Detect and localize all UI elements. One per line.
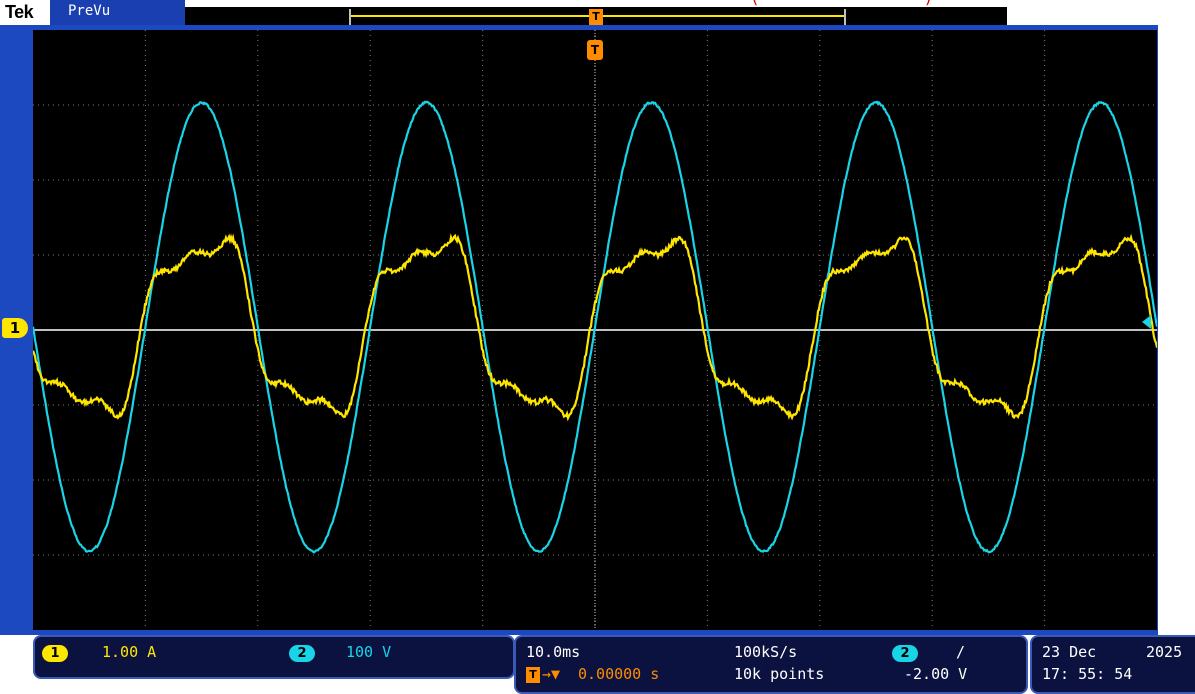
status-panel: 1 1.00 A 2 100 V 10.0ms 100kS/s 2 / T →▼… [0, 635, 1195, 685]
trigger-source-badge: 2 [892, 645, 918, 662]
trigger-level-marker[interactable] [1142, 315, 1151, 329]
timebase-readout-box[interactable]: 10.0ms 100kS/s 2 / T →▼ 0.00000 s 10k po… [514, 635, 1028, 694]
channel-readout-box[interactable]: 1 1.00 A 2 100 V [33, 635, 515, 679]
date-text: 23 Dec [1042, 643, 1096, 661]
annotation-label-open: ( [752, 0, 758, 7]
record-view-bar[interactable]: T [185, 7, 1007, 25]
series-voltage [33, 102, 1157, 553]
ch2-scale: 100 V [346, 643, 391, 661]
trigger-position: 0.00000 s [578, 665, 659, 683]
record-length: 10k points [734, 665, 824, 683]
acquisition-mode: PreVu [50, 0, 185, 25]
arrow-icon: →▼ [542, 665, 560, 683]
brand-logo: Tek [5, 2, 33, 23]
ch1-badge: 1 [42, 645, 68, 662]
time-text: 17: 55: 54 [1042, 665, 1132, 683]
ch1-ground-marker[interactable]: 1 [2, 318, 28, 338]
ch1-scale: 1.00 A [102, 643, 156, 661]
trigger-position-marker[interactable]: T [587, 40, 603, 60]
record-trigger-marker: T [589, 9, 603, 25]
sample-rate: 100kS/s [734, 643, 797, 661]
datetime-box: 23 Dec 2025 17: 55: 54 [1030, 635, 1195, 694]
trigger-slope-icon: / [956, 643, 965, 661]
ch2-badge: 2 [289, 645, 315, 662]
year-text: 2025 [1146, 643, 1182, 661]
annotation-label-close: ) [925, 0, 931, 7]
trigger-position-icon: T [526, 667, 540, 683]
waveform-display[interactable]: T [33, 30, 1157, 630]
horizontal-scale: 10.0ms [526, 643, 580, 661]
waveform-plot [33, 30, 1157, 630]
right-gutter [1158, 25, 1195, 635]
top-bar: Tek PreVu T ( ) [0, 0, 1195, 25]
trigger-level: -2.00 V [904, 665, 967, 683]
